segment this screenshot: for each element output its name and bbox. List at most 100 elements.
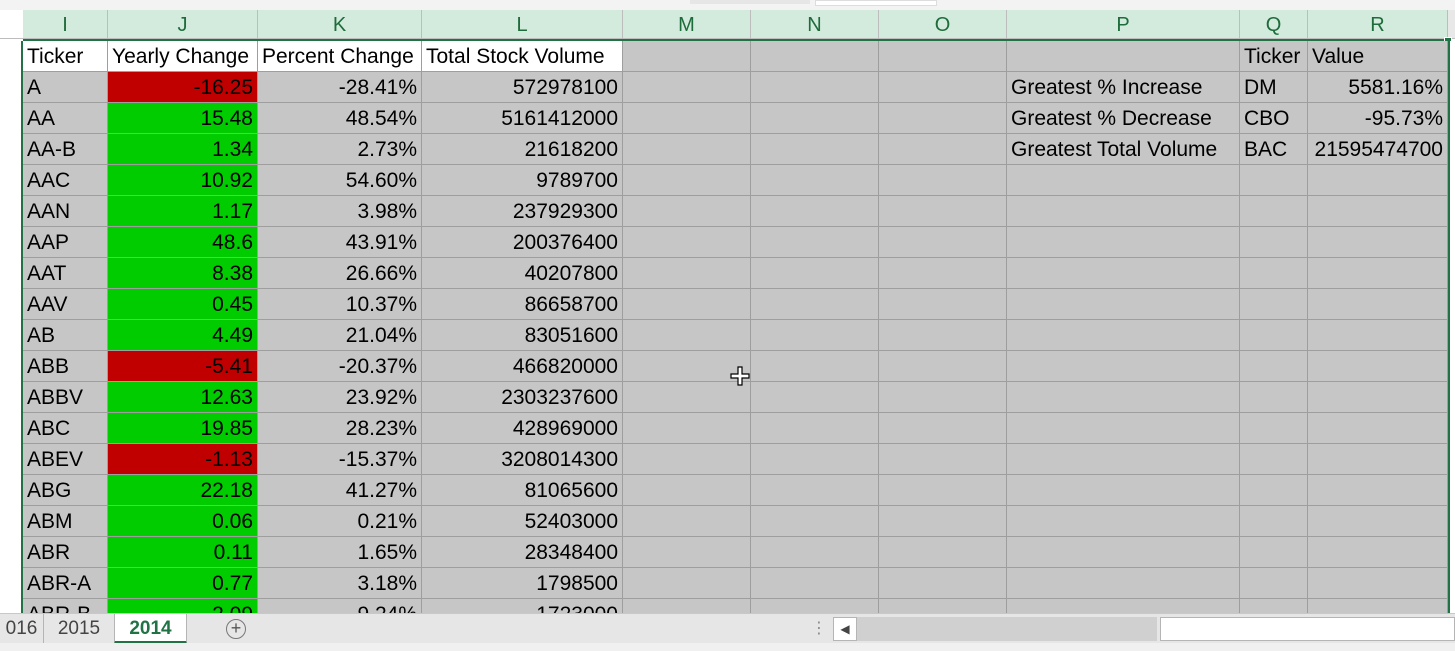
cell[interactable] <box>751 599 879 613</box>
cell[interactable] <box>1308 599 1448 613</box>
cell[interactable] <box>1240 165 1308 196</box>
volume-cell[interactable]: 2303237600 <box>422 382 623 413</box>
percent-change-cell[interactable]: 41.27% <box>258 475 422 506</box>
sheet-tab-2015[interactable]: 2015 <box>44 614 114 644</box>
cell[interactable] <box>1308 413 1448 444</box>
cell[interactable] <box>623 475 751 506</box>
volume-cell[interactable]: 21618200 <box>422 134 623 165</box>
cell[interactable] <box>1308 475 1448 506</box>
cell[interactable] <box>751 506 879 537</box>
yearly-change-cell[interactable]: 48.6 <box>108 227 258 258</box>
ticker-cell[interactable]: AA-B <box>23 134 108 165</box>
ticker-cell[interactable]: ABR-B <box>23 599 108 613</box>
cell[interactable] <box>623 134 751 165</box>
percent-change-cell[interactable]: 23.92% <box>258 382 422 413</box>
cell[interactable] <box>751 413 879 444</box>
volume-cell[interactable]: 40207800 <box>422 258 623 289</box>
cell[interactable] <box>1308 382 1448 413</box>
cell[interactable] <box>1240 289 1308 320</box>
cell[interactable] <box>879 103 1007 134</box>
cell[interactable] <box>1007 289 1240 320</box>
cell[interactable] <box>623 537 751 568</box>
scroll-left-icon[interactable]: ◀ <box>833 617 857 641</box>
cell[interactable] <box>751 103 879 134</box>
percent-change-cell[interactable]: 2.73% <box>258 134 422 165</box>
add-sheet-icon[interactable]: + <box>226 619 246 639</box>
ticker-cell[interactable]: AAT <box>23 258 108 289</box>
col-header-n[interactable]: N <box>751 10 879 39</box>
volume-cell[interactable]: 83051600 <box>422 320 623 351</box>
summary-column-title[interactable]: Value <box>1308 41 1448 72</box>
percent-change-cell[interactable]: 28.23% <box>258 413 422 444</box>
cell[interactable] <box>1308 351 1448 382</box>
ticker-cell[interactable]: ABBV <box>23 382 108 413</box>
select-all-corner[interactable] <box>0 10 23 39</box>
cell[interactable] <box>879 165 1007 196</box>
cell[interactable] <box>1007 506 1240 537</box>
yearly-change-cell[interactable]: 0.11 <box>108 537 258 568</box>
cell[interactable] <box>751 72 879 103</box>
ticker-cell[interactable]: AB <box>23 320 108 351</box>
yearly-change-cell[interactable]: 19.85 <box>108 413 258 444</box>
cell[interactable] <box>1240 413 1308 444</box>
cell[interactable] <box>879 475 1007 506</box>
cell[interactable] <box>1007 475 1240 506</box>
col-header-m[interactable]: M <box>623 10 751 39</box>
cell[interactable] <box>751 351 879 382</box>
volume-cell[interactable]: 52403000 <box>422 506 623 537</box>
summary-value-cell[interactable]: 21595474700 <box>1308 134 1448 165</box>
cell[interactable] <box>1007 196 1240 227</box>
cell[interactable] <box>1240 320 1308 351</box>
cell[interactable] <box>879 258 1007 289</box>
volume-cell[interactable]: 237929300 <box>422 196 623 227</box>
ticker-cell[interactable]: AAC <box>23 165 108 196</box>
volume-cell[interactable]: 28348400 <box>422 537 623 568</box>
cell[interactable] <box>1240 506 1308 537</box>
summary-column-title[interactable]: Ticker <box>1240 41 1308 72</box>
cell[interactable] <box>1308 444 1448 475</box>
cell[interactable] <box>879 72 1007 103</box>
cell[interactable] <box>751 444 879 475</box>
cell[interactable] <box>879 506 1007 537</box>
yearly-change-cell[interactable]: -16.25 <box>108 72 258 103</box>
cell[interactable] <box>1240 599 1308 613</box>
summary-ticker-cell[interactable]: DM <box>1240 72 1308 103</box>
yearly-change-cell[interactable]: -1.13 <box>108 444 258 475</box>
cell[interactable] <box>879 134 1007 165</box>
yearly-change-cell[interactable]: 2.09 <box>108 599 258 613</box>
cell[interactable] <box>1007 537 1240 568</box>
cell[interactable] <box>1007 165 1240 196</box>
percent-change-cell[interactable]: 26.66% <box>258 258 422 289</box>
cell[interactable] <box>1240 568 1308 599</box>
cell[interactable] <box>623 506 751 537</box>
cell[interactable] <box>623 72 751 103</box>
cell[interactable] <box>1308 320 1448 351</box>
cell[interactable] <box>1007 599 1240 613</box>
ticker-cell[interactable]: AAP <box>23 227 108 258</box>
cell[interactable] <box>623 196 751 227</box>
cell[interactable] <box>1308 568 1448 599</box>
worksheet-grid[interactable]: Ticker Yearly Change Percent Change Total S… <box>0 41 1455 613</box>
cell[interactable] <box>1240 196 1308 227</box>
yearly-change-cell[interactable]: 0.77 <box>108 568 258 599</box>
cell[interactable] <box>1007 444 1240 475</box>
percent-change-cell[interactable]: -15.37% <box>258 444 422 475</box>
yearly-change-cell[interactable]: 0.45 <box>108 289 258 320</box>
summary-ticker-cell[interactable]: CBO <box>1240 103 1308 134</box>
ticker-cell[interactable]: ABR-A <box>23 568 108 599</box>
cell[interactable] <box>879 568 1007 599</box>
cell[interactable] <box>879 227 1007 258</box>
cell[interactable] <box>1007 320 1240 351</box>
ticker-cell[interactable]: ABR <box>23 537 108 568</box>
cell[interactable] <box>623 258 751 289</box>
volume-cell[interactable]: 572978100 <box>422 72 623 103</box>
column-title[interactable]: Yearly Change <box>108 41 258 72</box>
sheet-tab-2014[interactable]: 2014 <box>114 614 187 644</box>
cell[interactable] <box>879 320 1007 351</box>
col-header-q[interactable]: Q <box>1240 10 1308 39</box>
summary-value-cell[interactable]: -95.73% <box>1308 103 1448 134</box>
col-header-r[interactable]: R <box>1308 10 1448 39</box>
cell[interactable] <box>751 382 879 413</box>
cell[interactable] <box>751 196 879 227</box>
cell[interactable] <box>623 41 751 72</box>
